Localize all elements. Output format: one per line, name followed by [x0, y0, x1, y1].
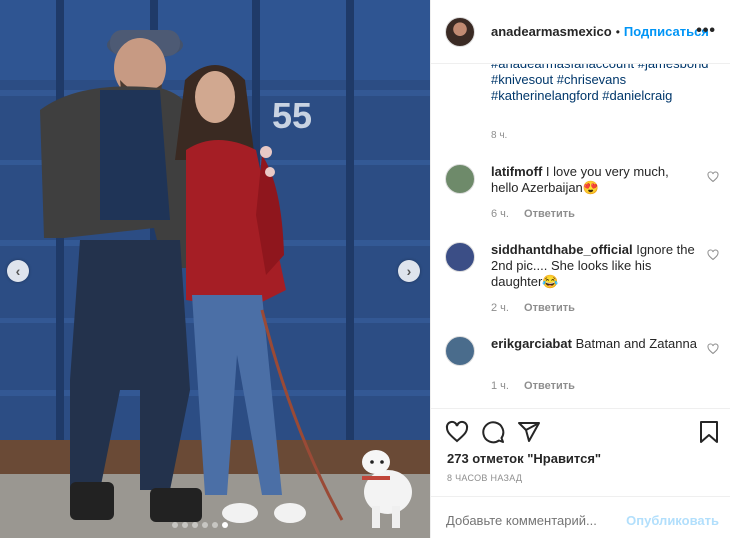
chevron-left-icon: ‹ — [15, 263, 21, 279]
photo-illustration: 55 — [0, 0, 430, 538]
hashtag-line[interactable]: #anadearmasfanaccount #jamesbond — [491, 64, 715, 72]
previous-photo-button[interactable]: ‹ — [7, 260, 29, 282]
reply-button[interactable]: Ответить — [524, 380, 575, 392]
comment-time: 6 ч. — [491, 208, 509, 220]
like-comment-icon[interactable] — [707, 343, 719, 355]
comment-username[interactable]: erikgarciabat — [491, 336, 572, 351]
comment-body: latifmoff I love you very much, hello Az… — [491, 164, 697, 196]
post-viewer: 55 ‹ › anadearmasmexico • Подписаться ••… — [0, 0, 730, 538]
comment-avatar[interactable] — [445, 164, 475, 194]
add-comment-bar: Опубликовать — [431, 496, 730, 540]
carousel-dot — [212, 522, 218, 528]
author-username[interactable]: anadearmasmexico — [491, 24, 612, 39]
caption-time: 8 ч. — [491, 130, 508, 141]
post-header: anadearmasmexico • Подписаться ••• — [431, 0, 730, 64]
carousel-dot-active — [222, 522, 228, 528]
share-icon[interactable] — [517, 420, 541, 444]
bookmark-icon[interactable] — [697, 420, 721, 444]
post-photo[interactable]: 55 ‹ › — [0, 0, 430, 538]
comment-avatar[interactable] — [445, 242, 475, 272]
like-comment-icon[interactable] — [707, 171, 719, 183]
comment-input[interactable] — [446, 513, 626, 528]
carousel-dot — [182, 522, 188, 528]
carousel-dot — [172, 522, 178, 528]
publish-button[interactable]: Опубликовать — [626, 513, 719, 528]
post-actions: 273 отметок "Нравится" 8 ЧАСОВ НАЗАД Опу… — [431, 408, 730, 539]
more-options-icon[interactable]: ••• — [696, 22, 716, 40]
container-number: 55 — [272, 95, 312, 136]
hashtag-line[interactable]: #knivesout #chrisevans — [491, 72, 715, 88]
header-separator: • — [615, 24, 620, 39]
comment-time: 2 ч. — [491, 302, 509, 314]
comment-username[interactable]: latifmoff — [491, 164, 542, 179]
reply-button[interactable]: Ответить — [524, 302, 575, 314]
heart-icon[interactable] — [445, 420, 469, 444]
avatar[interactable] — [445, 16, 475, 47]
hashtag-line[interactable]: #katherinelangford #danielcraig — [491, 88, 715, 104]
carousel-indicator — [172, 522, 228, 528]
chevron-right-icon: › — [406, 263, 412, 279]
caption-hashtags: #anadearmasfanaccount #jamesbond #knives… — [491, 64, 715, 104]
comment-icon[interactable] — [481, 420, 505, 444]
comments-list[interactable]: #anadearmasfanaccount #jamesbond #knives… — [431, 64, 730, 408]
next-photo-button[interactable]: › — [398, 260, 420, 282]
comment-text: Batman and Zatanna — [575, 336, 697, 351]
post-timestamp: 8 ЧАСОВ НАЗАД — [447, 473, 523, 483]
carousel-dot — [192, 522, 198, 528]
comment-body: siddhantdhabe_official Ignore the 2nd pi… — [491, 242, 697, 290]
comment-avatar[interactable] — [445, 336, 475, 366]
comment-time: 1 ч. — [491, 380, 509, 392]
comment-meta: 2 ч. Ответить — [491, 302, 575, 314]
like-comment-icon[interactable] — [707, 249, 719, 261]
post-side-panel: anadearmasmexico • Подписаться ••• #anad… — [430, 0, 730, 538]
comment-username[interactable]: siddhantdhabe_official — [491, 242, 633, 257]
comment-meta: 1 ч. Ответить — [491, 380, 575, 392]
likes-count[interactable]: 273 отметок "Нравится" — [447, 451, 601, 466]
comment-body: erikgarciabat Batman and Zatanna — [491, 336, 697, 352]
reply-button[interactable]: Ответить — [524, 208, 575, 220]
comment-meta: 6 ч. Ответить — [491, 208, 575, 220]
carousel-dot — [202, 522, 208, 528]
